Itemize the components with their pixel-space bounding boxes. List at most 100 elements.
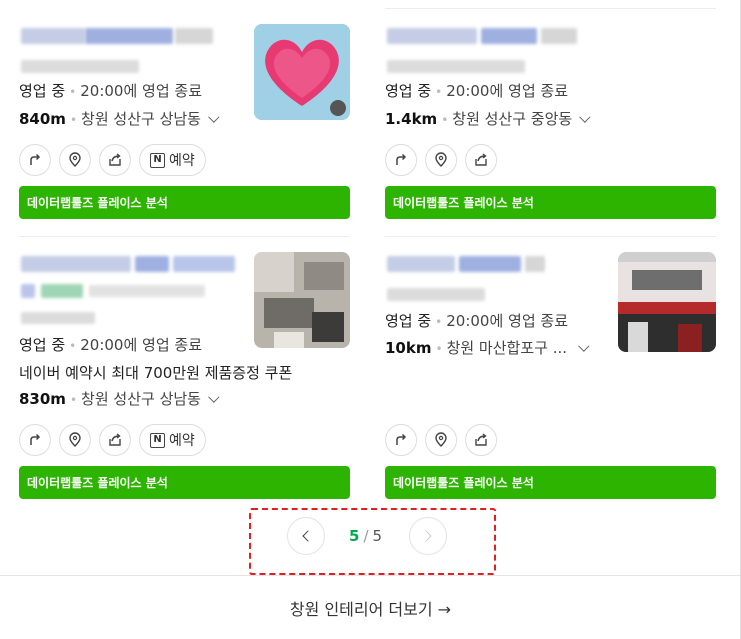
place-card-4[interactable]: 영업 중 • 20:00에 영업 종료 10km • 창원 마산합포구 ... 데이터랩… [385,236,716,500]
map-pin-button[interactable] [59,144,91,176]
analysis-label: 데이터랩툴즈 플레이스 분석 [27,196,168,210]
analysis-button[interactable]: 데이터랩툴즈 플레이스 분석 [19,186,350,219]
chevron-down-icon[interactable] [578,340,590,352]
next-page-button[interactable] [409,517,447,555]
share-button[interactable] [99,424,131,456]
analysis-label: 데이터랩툴즈 플레이스 분석 [27,476,168,490]
directions-button[interactable] [19,144,51,176]
status-text: 영업 중 [385,82,432,100]
dot-separator: • [435,315,443,329]
page-separator: / [363,527,369,545]
chevron-right-icon [420,530,432,542]
booking-button[interactable]: N 예약 [139,144,206,176]
hours-text: 20:00에 영업 종료 [446,312,569,330]
address: 창원 성산구 중앙동 [452,110,573,128]
place-name-blurred[interactable] [387,256,455,272]
place-card-3[interactable]: 영업 중 • 20:00에 영업 종료 네이버 예약시 최대 700만원 제품증정 … [19,236,350,500]
place-name-blurred[interactable] [173,256,235,272]
place-name-blurred[interactable] [459,256,521,272]
analysis-button[interactable]: 데이터랩툴즈 플레이스 분석 [385,466,716,499]
page-indicator: 5/5 [349,527,382,545]
share-icon [475,433,487,446]
place-name-blurred[interactable] [175,28,213,44]
category-blurred [387,60,525,73]
category-blurred [89,285,205,297]
status-text: 영업 중 [385,312,432,330]
map-pin-button[interactable] [425,424,457,456]
directions-button[interactable] [19,424,51,456]
dot-separator: • [435,85,443,99]
directions-icon [30,433,41,445]
category-blurred [21,312,95,324]
place-card-2[interactable]: 영업 중 • 20:00에 영업 종료 1.4km • 창원 성산구 중앙동 데이터랩툴… [385,8,716,220]
business-status: 영업 중 • 20:00에 영업 종료 [385,311,568,332]
map-pin-button[interactable] [425,144,457,176]
place-thumbnail[interactable] [618,252,716,352]
dot-separator: • [69,339,77,353]
pagination: 5/5 [287,517,447,557]
place-name-blurred[interactable] [21,28,85,44]
prev-page-button[interactable] [287,517,325,555]
map-pin-icon [69,152,81,167]
promo-text: 네이버 예약시 최대 700만원 제품증정 쿠폰 [19,363,292,383]
hours-text: 20:00에 영업 종료 [80,336,203,354]
action-buttons [385,144,497,176]
directions-button[interactable] [385,144,417,176]
place-name-blurred[interactable] [135,256,169,272]
address: 창원 성산구 상남동 [81,110,201,128]
place-name-blurred[interactable] [21,284,35,298]
distance: 830m [19,390,66,408]
divider [19,236,350,237]
directions-icon [396,153,407,165]
location-line[interactable]: 840m • 창원 성산구 상남동 [19,109,220,130]
total-pages: 5 [372,527,383,545]
dot-separator: • [69,393,78,407]
directions-button[interactable] [385,424,417,456]
distance: 840m [19,110,66,128]
booking-button[interactable]: N 예약 [139,424,206,456]
place-name-blurred[interactable] [21,256,131,272]
category-blurred [387,288,485,301]
share-button[interactable] [99,144,131,176]
more-link-label: 창원 인테리어 더보기 → [289,599,452,619]
chevron-down-icon[interactable] [208,391,220,403]
action-buttons: N 예약 [19,424,206,456]
status-text: 영업 중 [19,82,66,100]
analysis-button[interactable]: 데이터랩툴즈 플레이스 분석 [19,466,350,499]
business-status: 영업 중 • 20:00에 영업 종료 [19,335,202,356]
analysis-label: 데이터랩툴즈 플레이스 분석 [393,196,534,210]
map-pin-icon [69,432,81,447]
share-icon [109,153,121,166]
place-name-blurred[interactable] [85,28,173,44]
location-line[interactable]: 830m • 창원 성산구 상남동 [19,389,220,410]
share-icon [475,153,487,166]
chevron-down-icon[interactable] [208,111,220,123]
share-button[interactable] [465,144,497,176]
place-card-1[interactable]: 영업 중 • 20:00에 영업 종료 840m • 창원 성산구 상남동 N 예약 데… [19,8,350,220]
more-link[interactable]: 창원 인테리어 더보기 → [0,575,741,639]
map-pin-icon [435,432,447,447]
hours-text: 20:00에 영업 종료 [446,82,569,100]
address: 창원 성산구 상남동 [81,390,201,408]
chevron-down-icon[interactable] [579,111,591,123]
share-button[interactable] [465,424,497,456]
booking-label: 예약 [169,433,195,449]
action-buttons: N 예약 [19,144,206,176]
analysis-label: 데이터랩툴즈 플레이스 분석 [393,476,534,490]
place-name-blurred[interactable] [525,256,545,272]
promo-label: 네이버 예약시 최대 700만원 제품증정 쿠폰 [19,364,293,382]
hours-text: 20:00에 영업 종료 [80,82,203,100]
current-page: 5 [349,527,360,545]
location-line[interactable]: 10km • 창원 마산합포구 ... [385,338,590,359]
action-buttons [385,424,497,456]
place-name-blurred[interactable] [541,28,577,44]
place-name-blurred[interactable] [481,28,537,44]
place-thumbnail[interactable] [254,252,350,348]
map-pin-button[interactable] [59,424,91,456]
place-thumbnail[interactable] [254,24,350,120]
status-text: 영업 중 [19,336,66,354]
business-status: 영업 중 • 20:00에 영업 종료 [385,81,568,102]
place-name-blurred[interactable] [387,28,477,44]
location-line[interactable]: 1.4km • 창원 성산구 중앙동 [385,109,591,130]
analysis-button[interactable]: 데이터랩툴즈 플레이스 분석 [385,186,716,219]
